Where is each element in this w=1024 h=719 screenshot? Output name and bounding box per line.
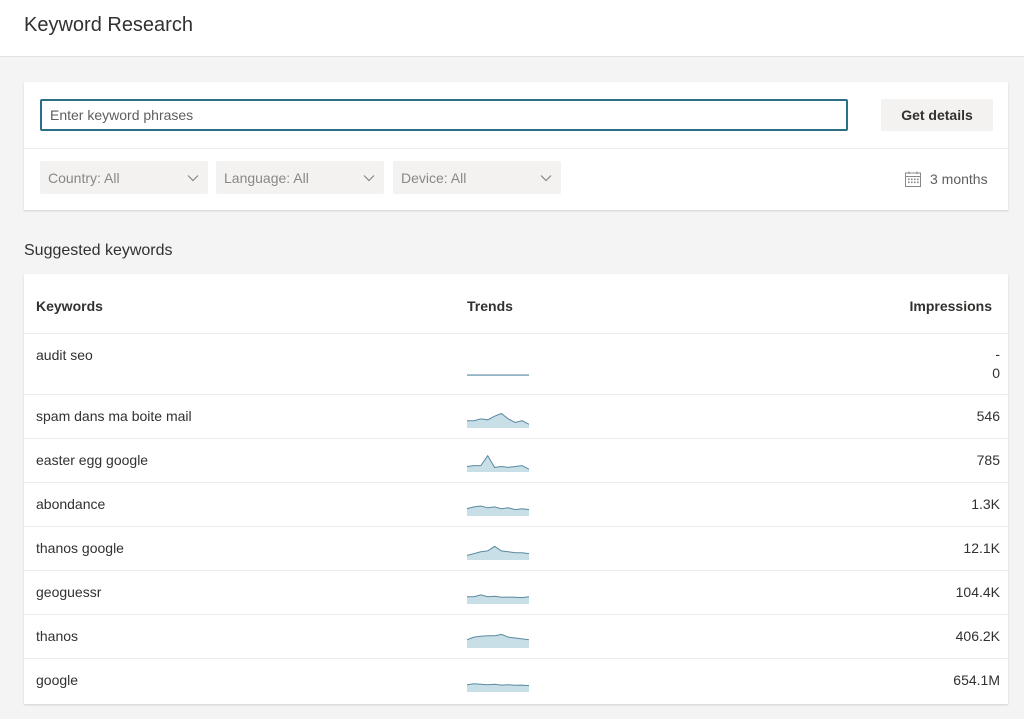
trend-sparkline — [467, 683, 529, 692]
trend-sparkline — [467, 633, 529, 648]
table-row[interactable]: thanos google 12.1K — [24, 527, 1008, 571]
chevron-down-icon — [540, 174, 552, 181]
impressions-cell: 0 — [992, 365, 1000, 381]
column-header-trends[interactable]: Trends — [467, 298, 513, 314]
get-details-button[interactable]: Get details — [881, 99, 993, 131]
trend-sparkline — [467, 412, 529, 428]
period-label: 3 months — [930, 171, 988, 187]
keyword-cell[interactable]: thanos — [36, 628, 78, 644]
chevron-down-icon — [363, 174, 375, 181]
country-dropdown-label: Country: All — [48, 169, 120, 186]
table-header: Keywords Trends Impressions — [24, 274, 1008, 334]
table-row[interactable]: geoguessr 104.4K — [24, 571, 1008, 615]
period-selector[interactable]: 3 months — [904, 170, 988, 188]
keyword-cell[interactable]: abondance — [36, 496, 105, 512]
keyword-cell[interactable]: google — [36, 672, 78, 688]
impressions-cell: 546 — [976, 408, 1000, 424]
impressions-cell: 1.3K — [971, 496, 1000, 512]
chevron-down-icon — [187, 174, 199, 181]
keyword-cell[interactable]: easter egg google — [36, 452, 148, 468]
table-row[interactable]: thanos 406.2K — [24, 615, 1008, 659]
search-panel: Get details Country: All Language: All D… — [24, 82, 1008, 210]
keyword-cell[interactable]: geoguessr — [36, 584, 101, 600]
impressions-cell: 785 — [976, 452, 1000, 468]
trend-area — [467, 413, 529, 428]
trend-sparkline — [467, 545, 529, 560]
device-dropdown[interactable]: Device: All — [393, 161, 561, 194]
impressions-cell: 12.1K — [963, 540, 1000, 556]
trend-area — [467, 455, 529, 472]
device-dropdown-label: Device: All — [401, 169, 467, 186]
column-header-keywords[interactable]: Keywords — [36, 298, 103, 314]
column-header-impressions[interactable]: Impressions — [910, 298, 992, 314]
table-row[interactable]: google 654.1M — [24, 659, 1008, 703]
table-row[interactable]: easter egg google 785 — [24, 439, 1008, 483]
suggested-keywords-title: Suggested keywords — [24, 242, 173, 259]
table-row[interactable]: abondance 1.3K — [24, 483, 1008, 527]
keyword-cell[interactable]: audit seo — [36, 347, 93, 363]
table-row[interactable]: audit seo - 0 — [24, 334, 1008, 395]
language-dropdown[interactable]: Language: All — [216, 161, 384, 194]
trend-sparkline — [467, 454, 529, 472]
impressions-dash: - — [995, 346, 1000, 362]
country-dropdown[interactable]: Country: All — [40, 161, 208, 194]
trend-sparkline — [467, 594, 529, 604]
keyword-input[interactable] — [40, 99, 848, 131]
page-header: Keyword Research — [0, 0, 1024, 57]
keyword-cell[interactable]: thanos google — [36, 540, 124, 556]
table-row[interactable]: spam dans ma boite mail 546 — [24, 395, 1008, 439]
page-title: Keyword Research — [24, 14, 193, 36]
calendar-icon — [905, 171, 921, 187]
language-dropdown-label: Language: All — [224, 169, 309, 186]
impressions-cell: 104.4K — [955, 584, 1000, 600]
trend-sparkline — [467, 374, 529, 376]
trend-sparkline — [467, 505, 529, 516]
impressions-cell: 654.1M — [953, 672, 1000, 688]
keyword-cell[interactable]: spam dans ma boite mail — [36, 408, 192, 424]
suggested-keywords-table: Keywords Trends Impressions audit seo - 0 s… — [24, 274, 1008, 704]
impressions-cell: 406.2K — [955, 628, 1000, 644]
panel-divider — [24, 148, 1008, 149]
